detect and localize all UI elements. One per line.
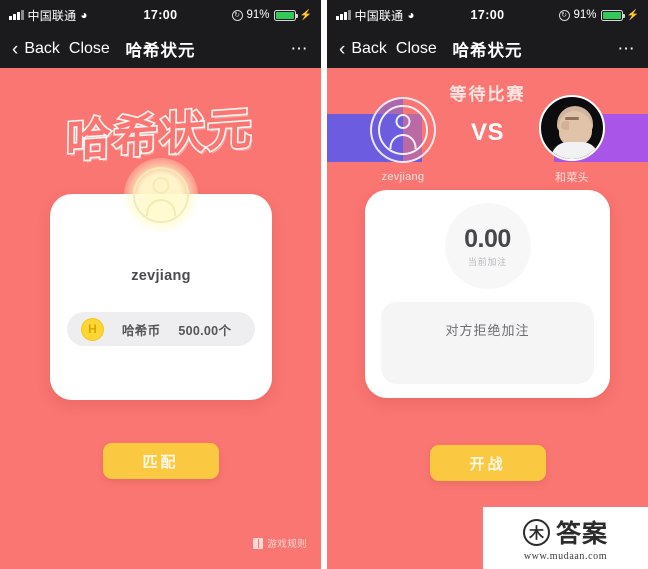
chevron-left-icon[interactable]: ‹ — [339, 40, 345, 59]
battery-percent-label: 91% — [573, 9, 597, 21]
avatar-head-shape — [152, 177, 170, 194]
bet-amount-value: 0.00 — [464, 224, 511, 253]
status-bar-right-group: ↻ 91% ⚡ — [231, 9, 312, 21]
avatar-brow-shape — [565, 117, 579, 120]
person-avatar-icon — [124, 158, 198, 232]
battery-icon — [273, 9, 298, 21]
player-two-name: 和菜头 — [555, 172, 589, 184]
signal-bars-icon — [336, 10, 351, 20]
avatar-nose-shape — [561, 121, 569, 130]
rotation-lock-icon: ↻ — [231, 9, 243, 21]
watermark-brand: 答案 — [555, 519, 608, 548]
app-logo: 哈希状元 — [0, 98, 321, 170]
right-screen-body: 等待比赛 zevjiang VS 和菜头 0.00 当前加注 对方拒绝加注 开战… — [327, 68, 648, 569]
bet-amount-label: 当前加注 — [467, 256, 508, 267]
more-dots-icon[interactable]: ⋯ — [291, 40, 310, 57]
nav-bar-left: ‹ Back Close 哈希状元 ⋯ — [0, 30, 321, 68]
bet-status-card: 0.00 当前加注 对方拒绝加注 — [365, 190, 610, 398]
site-watermark: 木 答案 www.mudaan.com — [483, 507, 648, 569]
battery-percent-label: 91% — [246, 9, 270, 21]
username-label: zevjiang — [131, 268, 191, 284]
lightning-bolt-icon: ⚡ — [626, 9, 639, 21]
battery-icon — [600, 9, 625, 21]
player-two-block: 和菜头 — [524, 95, 620, 185]
back-button[interactable]: Back — [24, 40, 60, 58]
carrier-label: 中国联通 — [354, 8, 404, 23]
seal-icon: 木 — [522, 518, 550, 546]
hash-coin-icon: H — [81, 317, 104, 341]
bet-message-panel: 对方拒绝加注 — [381, 302, 594, 384]
dual-screenshot-container: 中国联通 ◕ 17:00 ↻ 91% ⚡ ‹ Back Close 哈希状元 ⋯… — [0, 0, 648, 569]
signal-bars-icon — [9, 10, 24, 20]
left-screen-body: 哈希状元 zevjiang H 哈希币 500.00个 匹配 游戏规则 — [0, 68, 321, 569]
avatar-inner-ring — [377, 105, 428, 155]
avatar-ring — [133, 167, 189, 223]
wifi-icon: ◕ — [80, 8, 88, 22]
right-phone-screen: 中国联通 ◕ 17:00 ↻ 91% ⚡ ‹ Back Close 哈希状元 ⋯… — [327, 0, 648, 569]
status-bar-left-group: 中国联通 ◕ — [9, 7, 88, 24]
status-bar-right-group: ↻ 91% ⚡ — [558, 9, 639, 21]
person-avatar-icon[interactable] — [369, 97, 436, 163]
close-button[interactable]: Close — [396, 40, 437, 58]
nav-left-actions: ‹ Back Close — [339, 40, 437, 59]
user-profile-card: zevjiang H 哈希币 500.00个 — [50, 158, 272, 400]
lightning-bolt-icon: ⚡ — [299, 9, 312, 21]
left-phone-screen: 中国联通 ◕ 17:00 ↻ 91% ⚡ ‹ Back Close 哈希状元 ⋯… — [0, 0, 321, 569]
player-one-name: zevjiang — [381, 171, 425, 183]
balance-amount-label: 500.00个 — [178, 323, 232, 338]
status-bar-right: 中国联通 ◕ 17:00 ↻ 91% ⚡ — [327, 0, 648, 30]
close-button[interactable]: Close — [69, 40, 110, 58]
nav-left-actions: ‹ Back Close — [12, 40, 110, 59]
more-dots-icon[interactable]: ⋯ — [618, 40, 637, 57]
avatar-collar-shape — [551, 142, 599, 159]
back-button[interactable]: Back — [351, 40, 387, 58]
book-icon — [253, 537, 264, 549]
nav-bar-right: ‹ Back Close 哈希状元 ⋯ — [327, 30, 648, 68]
rotation-lock-icon: ↻ — [558, 9, 570, 21]
current-bet-display: 0.00 当前加注 — [444, 203, 531, 289]
avatar-body-shape — [389, 134, 417, 149]
carrier-label: 中国联通 — [27, 8, 77, 23]
start-battle-button[interactable]: 开战 — [429, 445, 546, 481]
opponent-photo-avatar[interactable] — [539, 95, 605, 161]
versus-row: zevjiang VS 和菜头 — [327, 94, 648, 186]
status-bar-left: 中国联通 ◕ 17:00 ↻ 91% ⚡ — [0, 0, 321, 30]
watermark-logo-row: 木 答案 — [522, 514, 608, 550]
balance-pill: H 哈希币 500.00个 — [67, 312, 255, 346]
match-button[interactable]: 匹配 — [102, 443, 219, 479]
status-bar-left-group: 中国联通 ◕ — [336, 7, 415, 24]
balance-currency-label: 哈希币 — [122, 323, 161, 338]
player-one-block: zevjiang — [355, 97, 451, 183]
wifi-icon: ◕ — [407, 8, 415, 22]
vs-label: VS — [470, 119, 504, 146]
avatar-body-shape — [146, 199, 176, 216]
watermark-url: www.mudaan.com — [523, 551, 608, 562]
chevron-left-icon[interactable]: ‹ — [12, 40, 18, 59]
game-rules-link[interactable]: 游戏规则 — [253, 536, 307, 550]
avatar-head-shape — [395, 114, 411, 129]
game-rules-label: 游戏规则 — [267, 539, 307, 550]
